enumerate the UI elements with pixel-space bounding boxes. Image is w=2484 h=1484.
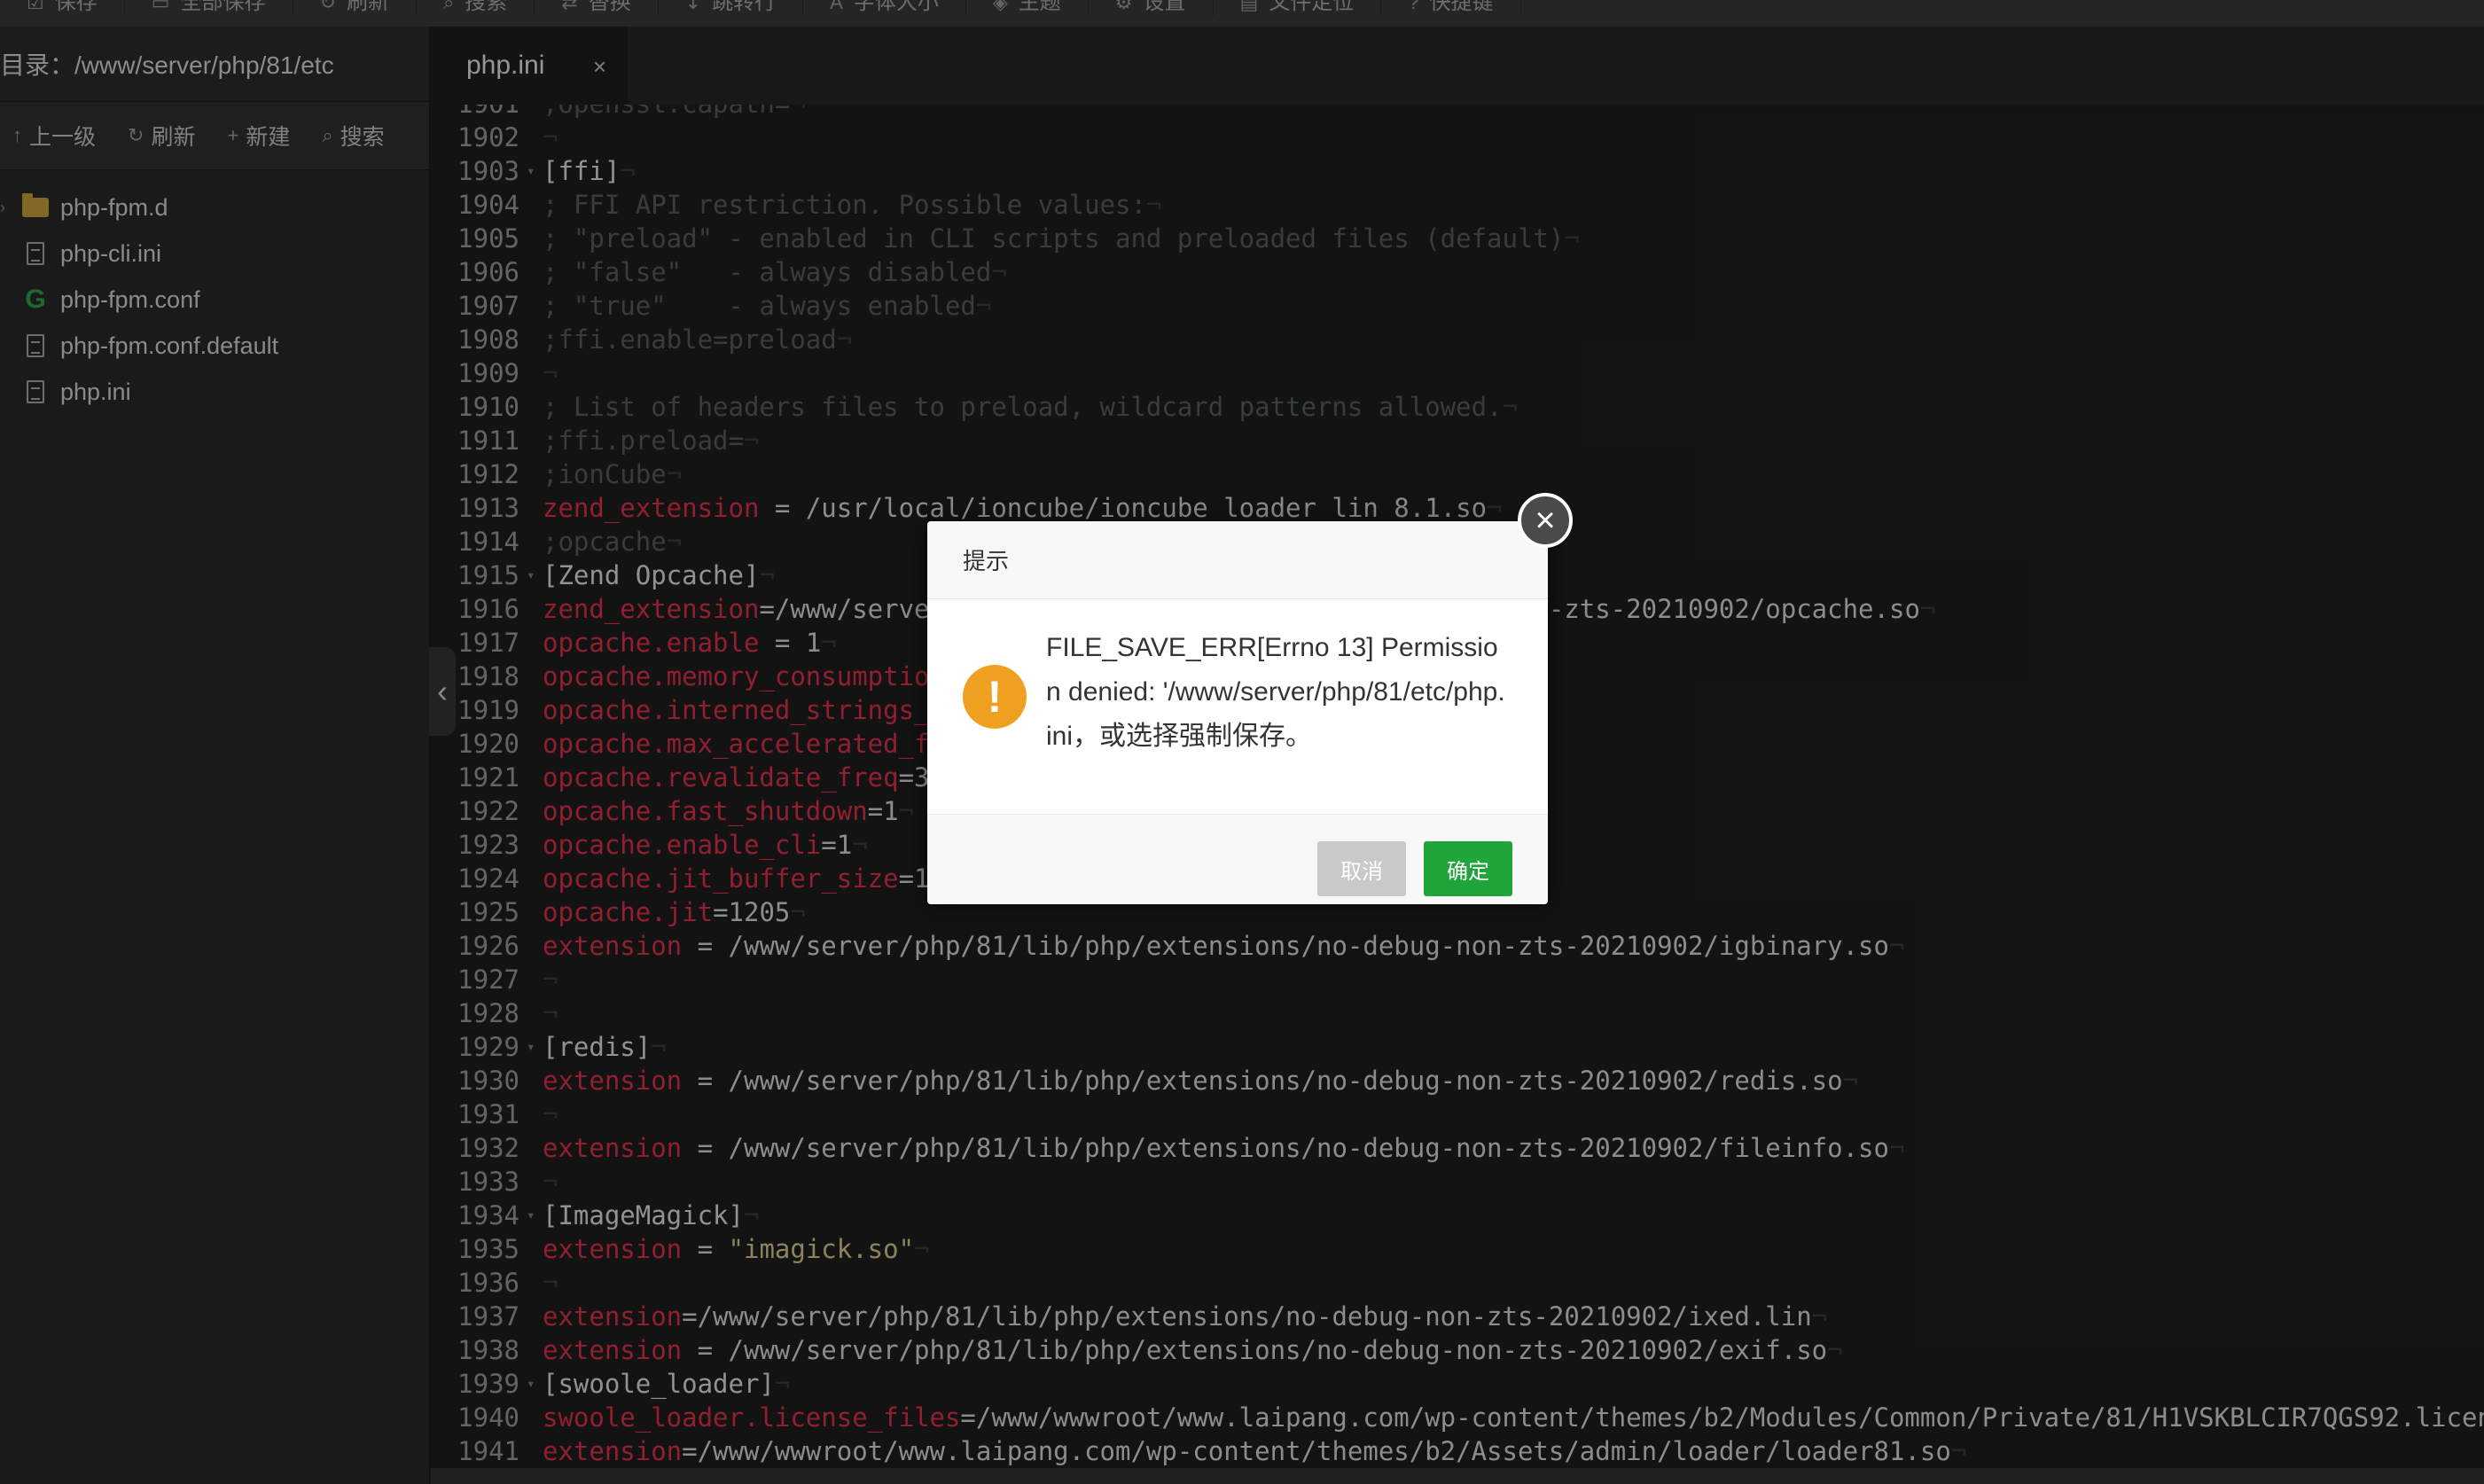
dialog-body: ! FILE_SAVE_ERR[Errno 13] Permission den… [963, 626, 1521, 759]
cancel-button[interactable]: 取消 [1317, 841, 1406, 896]
dialog-close-icon[interactable]: × [1518, 493, 1573, 548]
warning-icon: ! [963, 665, 1027, 729]
confirm-button[interactable]: 确定 [1424, 841, 1512, 896]
dialog-footer: 取消 确定 [927, 814, 1548, 904]
dialog-message: FILE_SAVE_ERR[Errno 13] Permission denie… [1046, 633, 1505, 751]
dialog-title: 提示 [927, 521, 1548, 599]
save-error-dialog: 提示 × ! FILE_SAVE_ERR[Errno 13] Permissio… [927, 493, 1573, 904]
